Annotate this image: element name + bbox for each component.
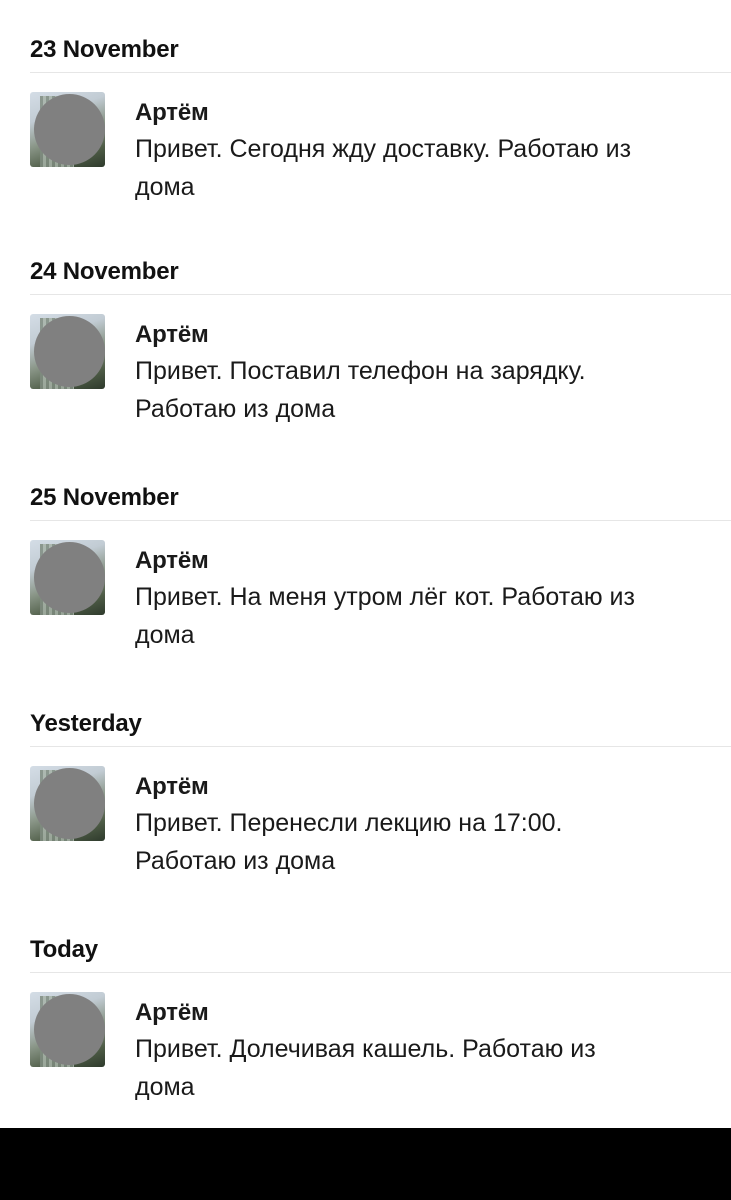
divider [30,520,731,521]
date-header: 25 November [30,484,179,511]
message-item[interactable]: Артём Привет. Перенесли лекцию на 17:00.… [30,766,731,886]
message-text: Привет. Долечивая кашель. Работаю из дом… [135,1035,596,1101]
sender-name[interactable]: Артём [135,546,671,576]
date-header: Today [30,936,98,963]
avatar-blur [34,994,105,1065]
avatar-blur [34,542,105,613]
sender-name[interactable]: Артём [135,772,671,802]
avatar[interactable] [30,540,105,615]
bottom-black-bar [0,1128,731,1200]
date-header: Yesterday [30,710,142,737]
message-item[interactable]: Артём Привет. Поставил телефон на зарядк… [30,314,731,434]
message-body: Артём Привет. Перенесли лекцию на 17:00.… [135,772,671,880]
avatar-blur [34,768,105,839]
divider [30,972,731,973]
avatar-blur [34,316,105,387]
message-feed: 23 November Артём Привет. Сегодня жду до… [0,0,731,1128]
avatar[interactable] [30,92,105,167]
message-text: Привет. Сегодня жду доставку. Работаю из… [135,135,632,201]
avatar[interactable] [30,766,105,841]
message-text: Привет. Поставил телефон на зарядку. Раб… [135,357,586,423]
message-item[interactable]: Артём Привет. Долечивая кашель. Работаю … [30,992,731,1112]
date-header: 24 November [30,258,179,285]
date-header: 23 November [30,36,179,63]
avatar-blur [34,94,105,165]
message-text: Привет. Перенесли лекцию на 17:00. Работ… [135,809,563,875]
sender-name[interactable]: Артём [135,998,671,1028]
day-group: Yesterday Артём Привет. Перенесли лекцию… [0,674,731,900]
divider [30,746,731,747]
day-group: 25 November Артём Привет. На меня утром … [0,448,731,674]
message-body: Артём Привет. Поставил телефон на зарядк… [135,320,671,428]
message-item[interactable]: Артём Привет. На меня утром лёг кот. Раб… [30,540,731,660]
message-item[interactable]: Артём Привет. Сегодня жду доставку. Рабо… [30,92,731,212]
day-group: Today Артём Привет. Долечивая кашель. Ра… [0,900,731,1126]
message-body: Артём Привет. Сегодня жду доставку. Рабо… [135,98,671,206]
message-text: Привет. На меня утром лёг кот. Работаю и… [135,583,635,649]
sender-name[interactable]: Артём [135,98,671,128]
avatar[interactable] [30,314,105,389]
avatar[interactable] [30,992,105,1067]
divider [30,294,731,295]
message-body: Артём Привет. Долечивая кашель. Работаю … [135,998,671,1106]
message-body: Артём Привет. На меня утром лёг кот. Раб… [135,546,671,654]
sender-name[interactable]: Артём [135,320,671,350]
day-group: 23 November Артём Привет. Сегодня жду до… [0,0,731,222]
divider [30,72,731,73]
day-group: 24 November Артём Привет. Поставил телеф… [0,222,731,448]
